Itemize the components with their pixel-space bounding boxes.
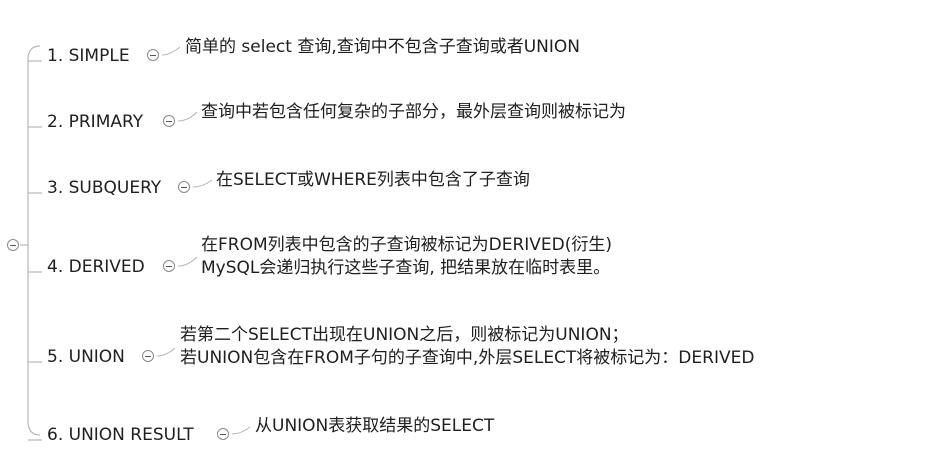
- node-4-label[interactable]: 4. DERIVED: [47, 257, 145, 277]
- node-5-label[interactable]: 5. UNION: [47, 347, 125, 367]
- node-1-description: 简单的 select 查询,查询中不包含子查询或者UNION: [185, 36, 580, 59]
- node-2-label[interactable]: 2. PRIMARY: [47, 112, 143, 132]
- node-4-description: 在FROM列表中包含的子查询被标记为DERIVED(衍生) MySQL会递归执行…: [201, 234, 612, 280]
- node-4-desc-line-2: MySQL会递归执行这些子查询, 把结果放在临时表里。: [201, 258, 611, 278]
- node-5-desc-line-1: 若第二个SELECT出现在UNION之后，则被标记为UNION；: [180, 325, 629, 345]
- node-2-desc-connector: [177, 111, 198, 122]
- node-2-desc-line-1: 查询中若包含任何复杂的子部分，最外层查询则被标记为: [201, 102, 626, 122]
- node-6-description: 从UNION表获取结果的SELECT: [255, 415, 494, 438]
- node-5-description: 若第二个SELECT出现在UNION之后，则被标记为UNION； 若UNION包…: [180, 324, 754, 370]
- node-2-collapse-icon[interactable]: [163, 115, 175, 127]
- node-4-desc-line-1: 在FROM列表中包含的子查询被标记为DERIVED(衍生): [201, 235, 613, 255]
- node-6-desc-connector: [231, 426, 251, 435]
- node-3-desc-line-1: 在SELECT或WHERE列表中包含了子查询: [216, 170, 530, 190]
- node-4-collapse-icon[interactable]: [163, 260, 175, 272]
- node-1-label[interactable]: 1. SIMPLE: [47, 46, 130, 66]
- node-5-desc-connector: [156, 347, 176, 357]
- root-collapse-icon[interactable]: [7, 239, 19, 251]
- node-1-desc-line-1: 简单的 select 查询,查询中不包含子查询或者UNION: [185, 37, 580, 57]
- node-6-desc-line-1: 从UNION表获取结果的SELECT: [255, 416, 495, 436]
- node-2-description: 查询中若包含任何复杂的子部分，最外层查询则被标记为: [201, 101, 626, 124]
- node-5-collapse-icon[interactable]: [142, 350, 154, 362]
- node-1-collapse-icon[interactable]: [147, 49, 159, 61]
- node-3-collapse-icon[interactable]: [178, 181, 190, 193]
- node-5-desc-line-2: 若UNION包含在FROM子句的子查询中,外层SELECT将被标记为：DERIV…: [180, 348, 755, 368]
- node-3-label[interactable]: 3. SUBQUERY: [47, 178, 161, 198]
- node-4-desc-connector: [177, 256, 198, 267]
- root-bracket: [27, 45, 41, 436]
- node-3-desc-connector: [192, 179, 213, 188]
- node-6-label[interactable]: 6. UNION RESULT: [47, 425, 194, 445]
- node-1-desc-connector: [161, 46, 181, 56]
- node-3-description: 在SELECT或WHERE列表中包含了子查询: [216, 169, 530, 192]
- mindmap: 1. SIMPLE 简单的 select 查询,查询中不包含子查询或者UNION…: [0, 0, 934, 473]
- node-6-collapse-icon[interactable]: [217, 428, 229, 440]
